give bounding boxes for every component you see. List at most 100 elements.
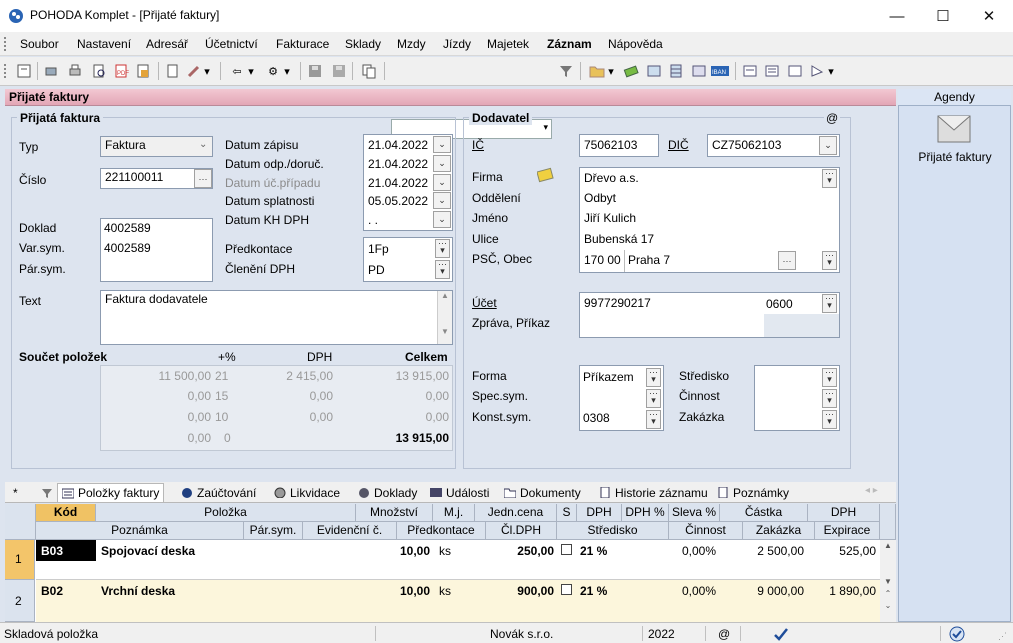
preview-icon[interactable]: [90, 62, 108, 80]
help-icon[interactable]: [808, 62, 826, 80]
row2-dph-value[interactable]: 1 890,00: [808, 584, 876, 598]
grid-scrollbar[interactable]: ▲ ▼ ⌃ ⌄: [880, 540, 896, 622]
status-ok-icon[interactable]: [949, 626, 965, 642]
tab-likvidace[interactable]: Likvidace: [270, 483, 344, 502]
firma-field[interactable]: Dřevo a.s.: [584, 171, 639, 185]
tab-dokumenty[interactable]: Dokumenty: [500, 483, 585, 502]
zakazka-spinner[interactable]: ··· ▾: [822, 410, 837, 429]
col-castka[interactable]: Částka: [720, 504, 808, 522]
row2-sleva[interactable]: 0,00%: [669, 584, 716, 598]
tab-zauctovani[interactable]: Zaúčtování: [177, 483, 260, 502]
col-stredisko[interactable]: Středisko: [557, 522, 669, 540]
table-icon[interactable]: [667, 62, 685, 80]
resize-grip-icon[interactable]: ⋰: [998, 631, 1010, 643]
row2-s-checkbox[interactable]: [561, 584, 572, 595]
filter-icon[interactable]: [557, 62, 575, 80]
typ-select[interactable]: Faktura: [100, 136, 213, 157]
cancel-disk-icon[interactable]: [330, 62, 348, 80]
col-dph[interactable]: DPH: [577, 504, 622, 522]
list-icon[interactable]: [763, 62, 781, 80]
ucet-field[interactable]: 9977290217: [584, 296, 651, 310]
firma-spinner[interactable]: ··· ▾: [822, 169, 837, 188]
col-s[interactable]: S: [557, 504, 577, 522]
datum-splat-dropdown[interactable]: ⌄: [433, 192, 451, 209]
status-at-icon[interactable]: @: [718, 627, 730, 641]
row2-kod[interactable]: B02: [41, 584, 63, 598]
close-button[interactable]: ✕: [966, 0, 1012, 32]
datum-splat-field[interactable]: 05.05.2022: [368, 194, 428, 208]
row2-mj[interactable]: ks: [439, 584, 451, 598]
col-zakazka[interactable]: Zakázka: [743, 522, 815, 540]
row2-mnozstvi[interactable]: 10,00: [356, 584, 430, 598]
settings-dropdown-icon[interactable]: ▾: [282, 62, 292, 80]
jmeno-field[interactable]: Jiří Kulich: [584, 211, 636, 225]
dic-label[interactable]: DIČ: [668, 138, 689, 152]
invoice-envelope-icon[interactable]: [936, 113, 972, 145]
col-mj[interactable]: M.j.: [433, 504, 475, 522]
row2-cena[interactable]: 900,00: [475, 584, 554, 598]
col-mnozstvi[interactable]: Množství: [356, 504, 433, 522]
print-icon[interactable]: [66, 62, 84, 80]
tab-star[interactable]: *: [9, 483, 22, 502]
konst-field[interactable]: 0308: [583, 411, 610, 425]
forma-spinner[interactable]: ··· ▾: [646, 368, 661, 387]
tab-historie[interactable]: Historie záznamu: [595, 483, 712, 502]
ic-label[interactable]: IČ: [472, 138, 484, 152]
psc-spinner[interactable]: ··· ▾: [822, 251, 837, 270]
tabs-scroll-arrows[interactable]: ◂ ▸: [865, 485, 878, 496]
banka-field[interactable]: 0600: [766, 297, 793, 311]
datum-kh-field[interactable]: . .: [368, 213, 378, 227]
col-dph-pct[interactable]: DPH %: [622, 504, 669, 522]
doklad-field[interactable]: 4002589: [104, 221, 151, 235]
col-cl-dph[interactable]: Čl.DPH: [486, 522, 557, 540]
datum-odp-dropdown[interactable]: ⌄: [433, 155, 451, 172]
col-expirace[interactable]: Expirace: [815, 522, 880, 540]
ulice-field[interactable]: Bubenská 17: [584, 232, 654, 246]
datum-uc-dropdown[interactable]: ⌄: [433, 174, 451, 191]
row1-mnozstvi[interactable]: 10,00: [356, 544, 430, 558]
address-book-icon[interactable]: [537, 167, 555, 183]
psc-field[interactable]: 170 00: [584, 253, 621, 267]
print-preview-icon[interactable]: [42, 62, 60, 80]
row2-dph[interactable]: 21 %: [580, 584, 607, 598]
cleneni-spinner[interactable]: ··· ▾: [435, 260, 450, 279]
datum-zapisu-dropdown[interactable]: ⌄: [433, 136, 451, 153]
menu-ucetnictvi[interactable]: Účetnictví: [205, 37, 258, 51]
menu-adresar[interactable]: Adresář: [146, 37, 188, 51]
col-sleva[interactable]: Sleva %: [669, 504, 720, 522]
row1-dph[interactable]: 21 %: [580, 544, 607, 558]
folder-icon[interactable]: [588, 62, 606, 80]
new-record-icon[interactable]: [163, 62, 181, 80]
menu-mzdy[interactable]: Mzdy: [397, 37, 426, 51]
tab-udalosti[interactable]: Události: [426, 483, 493, 502]
back-dropdown-icon[interactable]: ▾: [246, 62, 256, 80]
datum-kh-dropdown[interactable]: ⌄: [433, 211, 451, 228]
minimize-button[interactable]: —: [874, 0, 920, 32]
predkontace-field[interactable]: 1Fp: [368, 242, 389, 256]
datum-zapisu-field[interactable]: 21.04.2022: [368, 138, 428, 152]
obec-field[interactable]: Praha 7: [628, 253, 670, 267]
copy-icon[interactable]: [360, 62, 378, 80]
row-indicator-1[interactable]: 1: [5, 540, 35, 580]
konst-spinner[interactable]: ··· ▾: [646, 410, 661, 429]
text-field[interactable]: Faktura dodavatele: [100, 290, 453, 345]
ucet-label[interactable]: Účet: [472, 296, 497, 310]
iban-icon[interactable]: IBAN: [711, 62, 729, 80]
col-poznamka[interactable]: Poznámka: [36, 522, 244, 540]
text-scrollbar[interactable]: ▲ ▼: [437, 291, 452, 344]
tab-poznamky[interactable]: Poznámky: [713, 483, 793, 502]
back-arrow-icon[interactable]: ⇦: [228, 62, 246, 80]
cleneni-field[interactable]: PD: [368, 263, 385, 277]
status-check-icon[interactable]: [773, 627, 789, 641]
menu-soubor[interactable]: Soubor: [20, 37, 59, 51]
money-icon[interactable]: [622, 62, 640, 80]
ucet-spinner[interactable]: ··· ▾: [822, 294, 837, 313]
row1-s-checkbox[interactable]: [561, 544, 572, 555]
email-at-icon[interactable]: @: [824, 111, 841, 125]
row1-cena[interactable]: 250,00: [475, 544, 554, 558]
ic-field[interactable]: 75062103: [579, 134, 659, 157]
menu-majetek[interactable]: Majetek: [487, 37, 529, 51]
export-icon[interactable]: [134, 62, 152, 80]
col-polozka[interactable]: Položka: [96, 504, 356, 522]
row1-polozka[interactable]: Spojovací deska: [101, 544, 195, 558]
